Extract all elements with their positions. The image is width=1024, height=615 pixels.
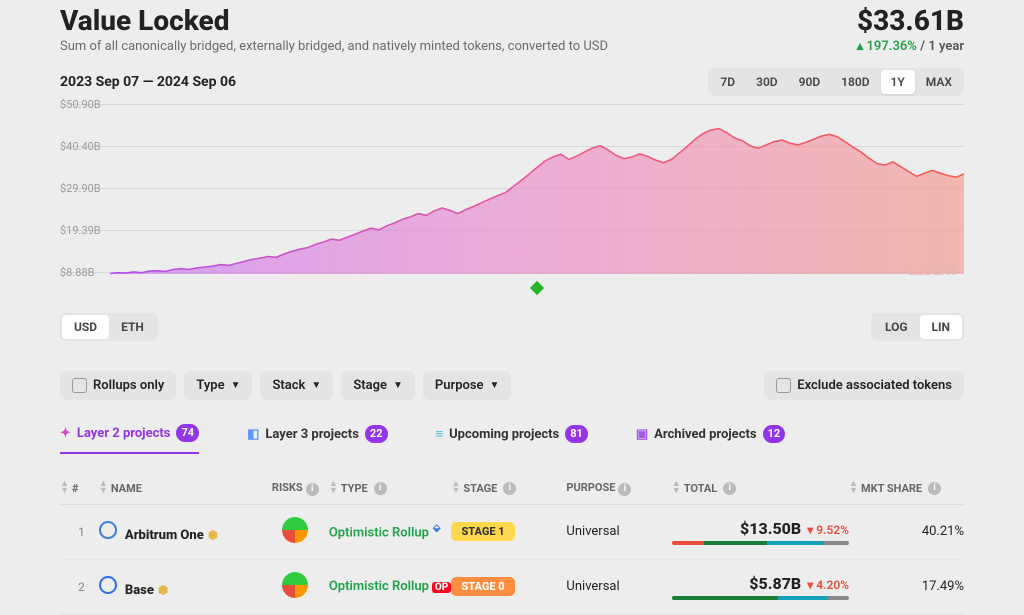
table-header: ▲▼# ▲▼NAME RISKSi ▲▼TYPEi ▲▼STAGEi PURPO… xyxy=(60,473,964,505)
col-type[interactable]: ▲▼TYPEi xyxy=(329,481,452,495)
chevron-down-icon: ▼ xyxy=(311,380,321,391)
y-tick: $19.39B xyxy=(60,224,101,237)
risk-pie-icon[interactable] xyxy=(282,517,308,543)
tab-layer-2-projects[interactable]: ✦Layer 2 projects74 xyxy=(60,418,199,454)
rollups-only-filter[interactable]: Rollups only xyxy=(60,371,176,400)
stage-badge: STAGE 1 xyxy=(451,522,514,541)
project-icon xyxy=(99,521,117,539)
table-row[interactable]: 1Arbitrum One⬢Optimistic Rollup⬙STAGE 1U… xyxy=(60,505,964,560)
time-range-selector: 7D30D90D180D1YMAX xyxy=(708,68,964,96)
chevron-down-icon: ▼ xyxy=(490,380,500,391)
type-label: Optimistic Rollup xyxy=(329,579,429,594)
info-icon[interactable]: i xyxy=(618,483,631,496)
scale-toggle: LOGLIN xyxy=(871,313,964,341)
filter-purpose[interactable]: Purpose▼ xyxy=(423,371,512,400)
purpose-label: Universal xyxy=(566,524,671,539)
info-icon[interactable]: i xyxy=(928,482,941,495)
time-7d[interactable]: 7D xyxy=(710,70,745,94)
type-label: Optimistic Rollup xyxy=(329,525,429,540)
y-tick: $8.88B xyxy=(60,266,94,279)
total-value: $13.50B xyxy=(740,519,801,538)
time-1y[interactable]: 1Y xyxy=(881,70,915,94)
checkbox-icon xyxy=(72,378,87,393)
market-share: 40.21% xyxy=(849,524,964,539)
breakdown-bar xyxy=(672,596,849,600)
col-risks[interactable]: RISKSi xyxy=(262,481,329,496)
currency-eth[interactable]: ETH xyxy=(109,315,156,339)
checkbox-icon xyxy=(776,378,791,393)
risk-pie-icon[interactable] xyxy=(282,572,308,598)
tvl-chart[interactable]: $50.90B $40.40B $29.90B $19.39B $8.88B L2BEA… xyxy=(60,98,964,303)
tab-layer-3-projects[interactable]: ◧Layer 3 projects22 xyxy=(247,418,387,454)
page-title: Value Locked xyxy=(60,4,608,37)
change-row: ▴ 197.36% / 1 year xyxy=(857,39,964,54)
total-value: $5.87B xyxy=(749,574,801,593)
col-total[interactable]: ▲▼TOTALi xyxy=(672,481,849,495)
tab-archived-projects[interactable]: ▣Archived projects12 xyxy=(636,418,785,454)
exclude-tokens-filter[interactable]: Exclude associated tokens xyxy=(764,371,964,400)
col-stage[interactable]: ▲▼STAGEi xyxy=(451,481,566,495)
chevron-down-icon: ▼ xyxy=(231,380,241,391)
tab-upcoming-projects[interactable]: ≡Upcoming projects81 xyxy=(436,418,588,454)
currency-toggle: USDETH xyxy=(60,313,158,341)
chevron-down-icon: ▼ xyxy=(393,380,403,391)
time-180d[interactable]: 180D xyxy=(831,70,879,94)
col-share[interactable]: ▲▼MKT SHAREi xyxy=(849,481,964,495)
breakdown-bar xyxy=(672,541,849,545)
table-row[interactable]: 2Base⬢Optimistic RollupOPSTAGE 0Universa… xyxy=(60,560,964,615)
time-30d[interactable]: 30D xyxy=(746,70,788,94)
project-name: Base xyxy=(125,583,154,598)
project-name: Arbitrum One xyxy=(125,528,204,543)
info-icon[interactable]: i xyxy=(723,482,736,495)
stage-badge: STAGE 0 xyxy=(451,577,514,596)
time-90d[interactable]: 90D xyxy=(789,70,831,94)
scale-log[interactable]: LOG xyxy=(873,315,920,339)
total-value: $33.61B xyxy=(857,4,964,37)
shield-icon: ⬢ xyxy=(208,528,218,542)
col-index[interactable]: ▲▼# xyxy=(60,481,99,495)
purpose-label: Universal xyxy=(566,579,671,594)
watermark: L2BEAT xyxy=(908,263,958,279)
date-range: 2023 Sep 07 — 2024 Sep 06 xyxy=(60,74,236,90)
info-icon[interactable]: i xyxy=(503,482,516,495)
page-subtitle: Sum of all canonically bridged, external… xyxy=(60,39,608,54)
scale-lin[interactable]: LIN xyxy=(920,315,962,339)
currency-usd[interactable]: USD xyxy=(62,315,109,339)
y-tick: $40.40B xyxy=(60,140,101,153)
y-tick: $50.90B xyxy=(60,98,101,111)
col-purpose[interactable]: PURPOSEi xyxy=(566,481,671,496)
y-tick: $29.90B xyxy=(60,182,101,195)
time-max[interactable]: MAX xyxy=(916,70,962,94)
market-share: 17.49% xyxy=(849,579,964,594)
filter-type[interactable]: Type▼ xyxy=(184,371,252,400)
shield-icon: ⬢ xyxy=(158,583,168,597)
pct-change: ▾ 9.52% xyxy=(807,523,849,537)
info-icon[interactable]: i xyxy=(306,483,319,496)
filter-stack[interactable]: Stack▼ xyxy=(260,371,333,400)
info-icon[interactable]: i xyxy=(374,482,387,495)
pct-change: ▾ 4.20% xyxy=(807,578,849,592)
col-name[interactable]: ▲▼NAME xyxy=(99,481,262,495)
filter-stage[interactable]: Stage▼ xyxy=(341,371,415,400)
